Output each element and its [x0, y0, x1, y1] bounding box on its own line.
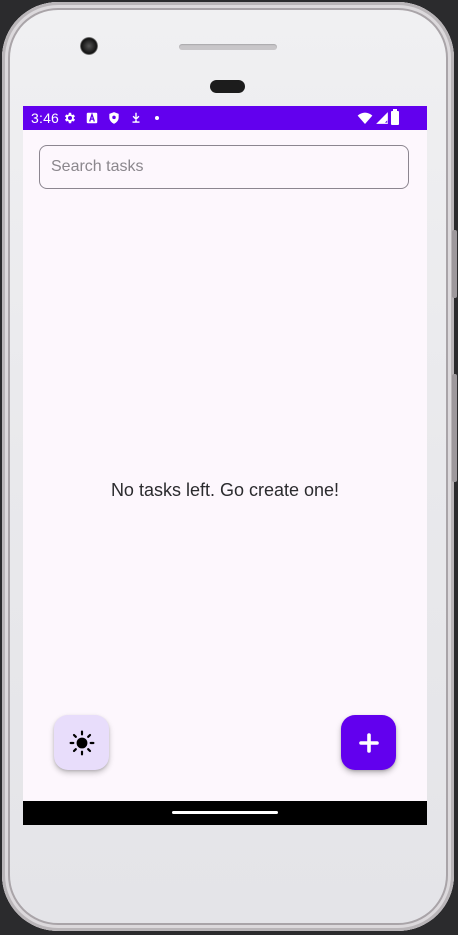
empty-state-message: No tasks left. Go create one! — [110, 480, 340, 500]
battery-icon — [390, 109, 400, 126]
search-field[interactable] — [39, 145, 409, 189]
plus-icon — [358, 732, 379, 753]
home-gesture-handle[interactable] — [172, 811, 278, 814]
status-time: 3:46 — [31, 110, 60, 126]
wifi-icon — [357, 110, 373, 126]
download-icon — [129, 111, 143, 125]
cell-signal-icon — [375, 110, 389, 126]
dot-icon — [152, 111, 166, 125]
settings-gear-icon — [63, 111, 77, 125]
theme-toggle-button[interactable] — [54, 715, 109, 770]
earpiece-speaker — [179, 44, 277, 50]
search-input[interactable] — [51, 146, 391, 188]
font-a-icon — [85, 111, 99, 125]
sun-icon — [69, 730, 95, 756]
shield-icon — [107, 111, 121, 125]
navigation-bar — [23, 801, 427, 825]
power-button — [452, 374, 457, 482]
proximity-sensor — [210, 80, 245, 93]
app-screen: 3:46 Search tasks No tasks left. Go crea… — [23, 106, 427, 825]
add-task-button[interactable] — [341, 715, 396, 770]
volume-button — [452, 230, 457, 298]
status-bar: 3:46 — [23, 106, 427, 130]
front-camera — [80, 37, 98, 55]
